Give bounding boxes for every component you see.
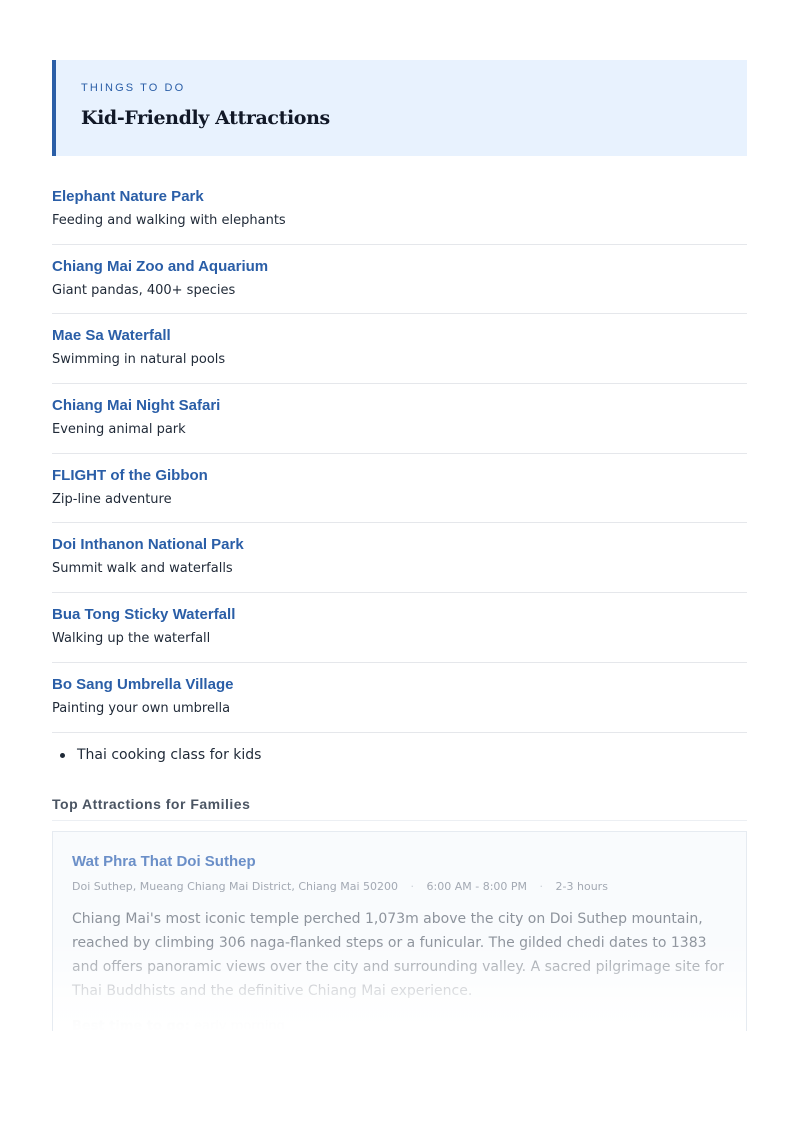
card-description: Chiang Mai's most iconic temple perched … [72, 911, 724, 999]
attraction-list: Elephant Nature Park Feeding and walking… [52, 175, 747, 733]
attraction-description: Evening animal park [52, 422, 186, 438]
attraction-name[interactable]: Bo Sang Umbrella Village [52, 675, 747, 695]
bullet-icon [60, 753, 65, 758]
attraction-card: Wat Phra That Doi Suthep Doi Suthep, Mue… [52, 831, 747, 1031]
list-item: Doi Inthanon National Park Summit walk a… [52, 523, 747, 594]
list-item: Chiang Mai Zoo and Aquarium Giant pandas… [52, 245, 747, 315]
page-title: Kid-Friendly Attractions [81, 107, 330, 129]
best-time-label: Best time to go: [72, 1019, 190, 1031]
list-item: Mae Sa Waterfall Swimming in natural poo… [52, 314, 747, 385]
card-meta: Doi Suthep, Mueang Chiang Mai District, … [72, 880, 727, 894]
attraction-description: Summit walk and waterfalls [52, 561, 233, 577]
attraction-name[interactable]: Bua Tong Sticky Waterfall [52, 605, 747, 625]
section-header: THINGS TO DO Kid-Friendly Attractions [52, 60, 747, 156]
attraction-name[interactable]: Chiang Mai Zoo and Aquarium [52, 257, 747, 277]
card-hours: 6:00 AM - 8:00 PM [426, 880, 528, 893]
list-item: Bua Tong Sticky Waterfall Walking up the… [52, 593, 747, 663]
list-item: Bo Sang Umbrella Village Painting your o… [52, 663, 747, 733]
bullet-item: Thai cooking class for kids [52, 745, 747, 765]
attraction-name[interactable]: FLIGHT of the Gibbon [52, 466, 747, 486]
extra-activities-list: Thai cooking class for kids [52, 745, 747, 765]
bullet-item-text: Thai cooking class for kids [77, 747, 262, 763]
attraction-description: Giant pandas, 400+ species [52, 282, 236, 298]
card-duration: 2-3 hours [555, 880, 608, 893]
attraction-name[interactable]: Elephant Nature Park [52, 187, 747, 207]
section-eyebrow: THINGS TO DO [81, 82, 186, 94]
list-item: Elephant Nature Park Feeding and walking… [52, 175, 747, 245]
list-item: Chiang Mai Night Safari Evening animal p… [52, 384, 747, 454]
section-heading: Top Attractions for Families [52, 796, 747, 821]
meta-separator: · [539, 880, 544, 893]
card-title[interactable]: Wat Phra That Doi Suthep [72, 852, 727, 872]
meta-separator: · [410, 880, 415, 893]
best-time-value: early morning [194, 1019, 285, 1031]
attraction-description: Swimming in natural pools [52, 352, 226, 368]
attraction-description: Painting your own umbrella [52, 700, 231, 716]
list-item: FLIGHT of the Gibbon Zip-line adventure [52, 454, 747, 524]
attraction-description: Feeding and walking with elephants [52, 213, 286, 228]
attraction-name[interactable]: Doi Inthanon National Park [52, 535, 747, 555]
attraction-name[interactable]: Chiang Mai Night Safari [52, 396, 747, 416]
card-address: Doi Suthep, Mueang Chiang Mai District, … [72, 880, 399, 893]
card-best-time: Best time to go: early morning [72, 1018, 727, 1031]
attraction-name[interactable]: Mae Sa Waterfall [52, 326, 747, 346]
attraction-description: Zip-line adventure [52, 491, 172, 507]
attraction-description: Walking up the waterfall [52, 631, 211, 647]
